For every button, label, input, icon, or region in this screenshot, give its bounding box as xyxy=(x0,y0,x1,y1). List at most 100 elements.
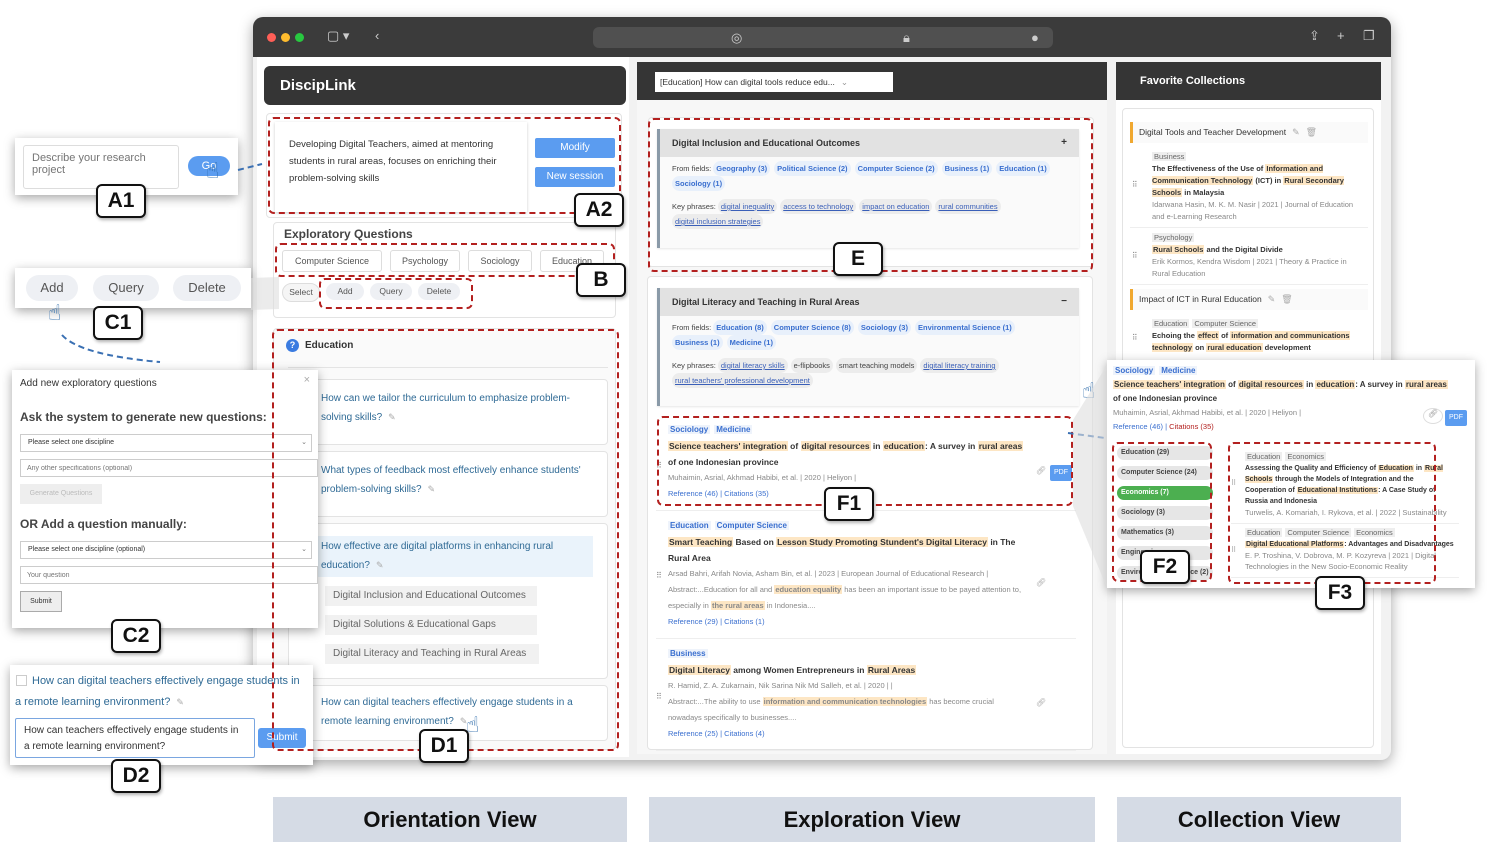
generate-heading: Ask the system to generate new questions… xyxy=(20,410,267,424)
new-tab-icon[interactable]: + xyxy=(1337,28,1345,43)
minimize-window-button[interactable] xyxy=(281,33,290,42)
field-tag[interactable]: Environmental Science (1) xyxy=(914,320,1015,335)
paper-tags: Education Computer Science xyxy=(1152,318,1362,330)
cluster-key-phrases: Key phrases: digital literacy skills e-fl… xyxy=(660,354,1079,392)
add-button[interactable]: Add xyxy=(26,275,78,301)
query-button[interactable]: Query xyxy=(93,275,159,301)
paper-title: Science teachers' integration of digital… xyxy=(1113,378,1453,406)
link-icon[interactable]: 🔗︎ xyxy=(1423,408,1443,424)
drag-handle-icon[interactable]: ⠿ xyxy=(1132,179,1138,191)
delete-icon[interactable]: 🗑︎ xyxy=(1306,127,1317,137)
submit-button[interactable]: Submit xyxy=(20,591,62,612)
paper-item[interactable]: Education Computer Science Smart Teaching … xyxy=(656,511,1076,639)
more-icon[interactable]: ● xyxy=(1031,30,1039,45)
select-button[interactable]: Select xyxy=(282,283,320,302)
link-icon[interactable]: 🔗︎ xyxy=(1036,695,1046,711)
chevron-down-icon: ⌄ xyxy=(840,77,848,87)
paper-disciplines: Business xyxy=(668,645,1026,662)
paper-tags: Business xyxy=(1152,151,1362,163)
paper-title: The Effectiveness of the Use of Informat… xyxy=(1152,163,1362,199)
references-link[interactable]: Reference (29) xyxy=(668,617,718,626)
maximize-window-button[interactable] xyxy=(295,33,304,42)
field-tag[interactable]: Sociology (3) xyxy=(857,320,911,335)
drag-handle-icon[interactable]: ⠿ xyxy=(656,689,662,705)
delete-button[interactable]: Delete xyxy=(173,275,241,301)
title-text: Based on xyxy=(733,537,777,547)
annotation-box-f3 xyxy=(1228,442,1436,584)
title-text: Abstract:...Education for all and xyxy=(668,585,775,594)
paper-title[interactable]: Smart Teaching Based on Lesson Study Pro… xyxy=(668,534,1026,566)
edit-icon[interactable]: ✎ xyxy=(1268,294,1276,304)
collection-paper[interactable]: Business The Effectiveness of the Use of … xyxy=(1130,147,1368,228)
highlighted-keyword: Lesson Study Promoting Stundent's Digita… xyxy=(776,537,988,547)
field-tag[interactable]: Education (8) xyxy=(713,320,767,335)
citations-link[interactable]: Citations (1) xyxy=(724,617,764,626)
label-a2: A2 xyxy=(574,193,624,227)
collection-paper[interactable]: Education Computer Science Echoing the eff… xyxy=(1130,314,1368,358)
label-a1: A1 xyxy=(96,184,146,218)
highlighted-keyword: information and communication technologi… xyxy=(762,697,928,706)
paper-tags: Psychology xyxy=(1152,232,1362,244)
paper-links: Reference (25) | Citations (4) xyxy=(668,726,1026,742)
share-icon[interactable]: ⇪ xyxy=(1309,28,1320,44)
pdf-button[interactable]: PDF xyxy=(1445,410,1467,426)
paper-title[interactable]: Digital Literacy among Women Entrepreneu… xyxy=(668,662,1026,678)
references-link[interactable]: Reference (46) xyxy=(1113,422,1163,431)
collection-group-name[interactable]: Digital Tools and Teacher Development ✎ 🗑︎ xyxy=(1130,122,1368,143)
drag-handle-icon[interactable]: ⠿ xyxy=(656,568,662,584)
cluster: Digital Literacy and Teaching in Rural A… xyxy=(657,288,1079,406)
query-select[interactable]: [Education] How can digital tools reduce… xyxy=(655,72,893,92)
generate-questions-button[interactable]: Generate Questions xyxy=(20,484,102,504)
drag-handle-icon[interactable]: ⠿ xyxy=(1132,332,1138,344)
cluster-fields: From fields: Education (8) Computer Scien… xyxy=(660,316,1079,354)
label-f3: F3 xyxy=(1315,576,1365,610)
delete-icon[interactable]: 🗑︎ xyxy=(1281,294,1292,304)
discipline-tag: Sociology xyxy=(1113,366,1156,375)
highlighted-keyword: the rural areas xyxy=(710,601,765,610)
citations-link[interactable]: Citations (35) xyxy=(1169,422,1214,431)
highlighted-keyword: rural education xyxy=(1206,343,1263,352)
paper-meta: Idarwana Hasin, M. K. M. Nasir | 2021 | … xyxy=(1152,200,1354,221)
paper-abstract: Abstract:...The ability to use informati… xyxy=(668,694,1026,726)
paper-meta: Erik Kormos, Kendra Wisdom | 2021 | Theo… xyxy=(1152,257,1347,278)
title-text: among Women Entrepreneurs in xyxy=(730,665,867,675)
app-title: DiscipLink xyxy=(264,66,626,105)
field-tag[interactable]: Computer Science (8) xyxy=(770,320,854,335)
label-d2: D2 xyxy=(111,759,161,793)
edit-icon[interactable]: ✎ xyxy=(1292,127,1300,137)
tabs-icon[interactable]: ❐ xyxy=(1363,28,1375,44)
sidebar-icon[interactable]: ▢ ▾ xyxy=(327,28,349,44)
paper-item[interactable]: Business Digital Literacy among Women Ent… xyxy=(656,639,1076,751)
discipline-select[interactable]: Please select one discipline ⌄ xyxy=(20,434,312,452)
optional-discipline-select[interactable]: Please select one discipline (optional) ⌄ xyxy=(20,541,312,559)
close-window-button[interactable] xyxy=(267,33,276,42)
key-phrase[interactable]: digital literacy training xyxy=(920,358,999,373)
citations-link[interactable]: Citations (4) xyxy=(724,729,764,738)
collection-paper[interactable]: Psychology Rural Schools and the Digital … xyxy=(1130,228,1368,285)
discipline-select-value: Please select one discipline xyxy=(28,439,114,446)
question-edit-textarea[interactable]: How can teachers effectively engage stud… xyxy=(15,718,255,758)
key-phrase[interactable]: e-flipbooks xyxy=(790,358,833,373)
link-icon[interactable]: 🔗︎ xyxy=(1036,575,1046,591)
paper-meta: Arsad Bahri, Arifah Novia, Asham Bin, et… xyxy=(668,569,989,578)
key-phrase[interactable]: rural teachers' professional development xyxy=(672,373,813,388)
field-tag[interactable]: Business (1) xyxy=(672,335,723,350)
highlighted-keyword: digital resources xyxy=(1237,380,1304,389)
highlighted-keyword: education xyxy=(1315,380,1356,389)
edit-icon[interactable]: ✎ xyxy=(176,697,184,707)
back-icon[interactable]: ‹ xyxy=(375,28,379,43)
address-bar[interactable]: ◎ 🔒︎ ● xyxy=(593,27,1053,48)
field-tag[interactable]: Medicine (1) xyxy=(726,335,776,350)
collection-group-name[interactable]: Impact of ICT in Rural Education ✎ 🗑︎ xyxy=(1130,289,1368,310)
cluster-title[interactable]: Digital Literacy and Teaching in Rural A… xyxy=(660,288,1079,316)
drag-handle-icon[interactable]: ⠿ xyxy=(1132,250,1138,262)
title-text: in Malaysia xyxy=(1182,188,1225,197)
expand-toggle-icon[interactable]: − xyxy=(1061,288,1067,316)
annotation-box-b-actions xyxy=(319,278,473,309)
title-text: : A survey in xyxy=(1355,380,1405,389)
key-phrase[interactable]: digital literacy skills xyxy=(717,358,788,373)
key-phrase[interactable]: smart teaching models xyxy=(835,358,918,373)
references-link[interactable]: Reference (25) xyxy=(668,729,718,738)
research-input[interactable] xyxy=(23,145,179,189)
manual-heading: OR Add a question manually: xyxy=(20,517,187,531)
